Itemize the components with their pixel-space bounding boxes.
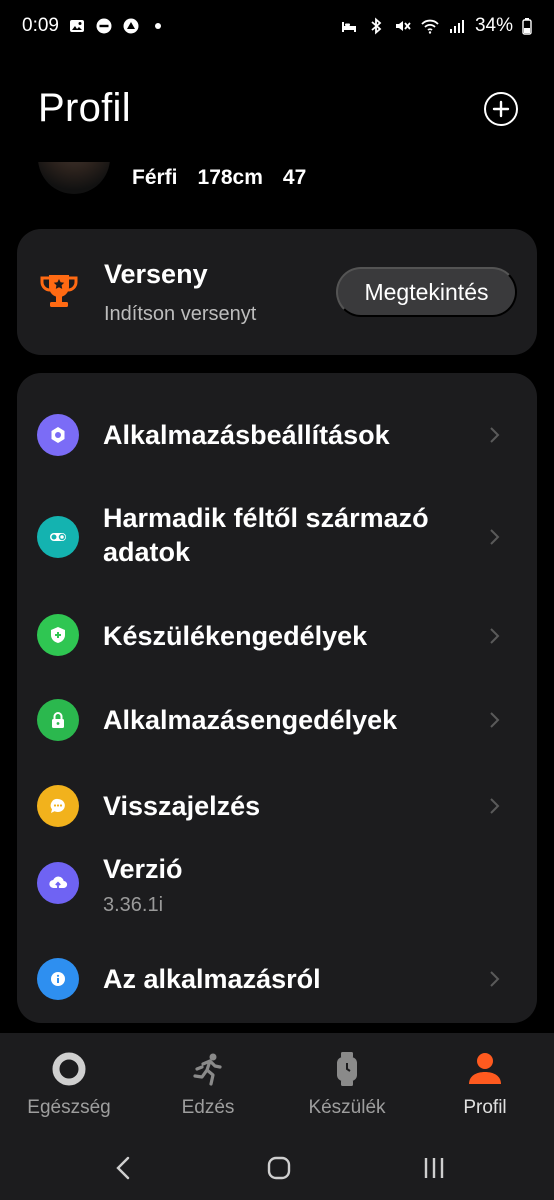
- bluetooth-icon: [367, 17, 385, 35]
- list-item-device-permissions[interactable]: Készülékengedélyek: [17, 597, 537, 681]
- avatar[interactable]: [38, 162, 110, 194]
- running-icon: [188, 1049, 228, 1089]
- dot-icon: [149, 17, 167, 35]
- list-item-version: Verzió 3.36.1i: [17, 849, 537, 941]
- nav-label: Profil: [463, 1097, 507, 1118]
- list-item-label: Harmadik féltől származó adatok: [103, 501, 429, 569]
- recents-button[interactable]: [419, 1153, 449, 1183]
- gender-value: Férfi: [132, 166, 178, 189]
- do-not-disturb-icon: [95, 17, 113, 35]
- list-item-label: Alkalmazásbeállítások: [103, 420, 390, 450]
- mute-icon: [394, 17, 412, 35]
- signal-icon: [448, 17, 466, 35]
- status-bar: 0:09 34%: [0, 0, 554, 52]
- version-value: 3.36.1i: [103, 894, 164, 916]
- chevron-right-icon: [487, 625, 501, 647]
- plus-circle-icon: [492, 100, 510, 118]
- trophy-icon: [37, 269, 81, 313]
- settings-icon: [37, 414, 79, 456]
- bottom-nav: Egészség Edzés Készülék Profil: [0, 1033, 554, 1133]
- back-button[interactable]: [109, 1153, 139, 1183]
- list-item-label: Visszajelzés: [103, 791, 261, 821]
- contest-card[interactable]: Verseny Indítson versenyt Megtekintés: [17, 229, 537, 355]
- app-notification-icon: [122, 17, 140, 35]
- page-title: Profil: [38, 86, 131, 130]
- nav-label: Egészség: [27, 1097, 111, 1118]
- height-value: 178cm: [197, 166, 263, 189]
- feedback-icon: [37, 785, 79, 827]
- system-nav-bar: [0, 1133, 554, 1200]
- ring-icon: [49, 1049, 89, 1089]
- watch-icon: [327, 1049, 367, 1089]
- list-item-label: Készülékengedélyek: [103, 621, 368, 651]
- chevron-right-icon: [487, 795, 501, 817]
- chevron-right-icon: [487, 709, 501, 731]
- lock-icon: [37, 699, 79, 741]
- nav-item-profile[interactable]: Profil: [425, 1049, 545, 1119]
- link-icon: [37, 516, 79, 558]
- chevron-right-icon: [487, 968, 501, 990]
- nav-label: Készülék: [308, 1097, 386, 1118]
- list-item-label: Alkalmazásengedélyek: [103, 705, 398, 735]
- battery-percent: 34%: [474, 15, 513, 36]
- profile-stats: Férfi 178cm 47: [132, 166, 306, 190]
- shield-plus-icon: [37, 614, 79, 656]
- nav-label: Edzés: [181, 1097, 235, 1118]
- list-item-about[interactable]: Az alkalmazásról: [17, 941, 537, 1021]
- status-time: 0:09: [22, 15, 59, 36]
- wifi-icon: [421, 17, 439, 35]
- status-left: 0:09: [22, 15, 167, 37]
- gallery-icon: [68, 17, 86, 35]
- settings-list: Alkalmazásbeállítások Harmadik féltől sz…: [17, 373, 537, 1023]
- add-button[interactable]: [484, 92, 518, 126]
- list-item-feedback[interactable]: Visszajelzés: [17, 765, 537, 849]
- view-contest-button[interactable]: Megtekintés: [336, 267, 517, 317]
- age-value: 47: [282, 166, 307, 189]
- battery-icon: [522, 17, 532, 35]
- list-item-label-line2: adatok: [103, 537, 191, 567]
- back-icon: [116, 1156, 130, 1180]
- chevron-right-icon: [487, 424, 501, 446]
- nav-item-workout[interactable]: Edzés: [148, 1049, 268, 1119]
- nav-item-health[interactable]: Egészség: [9, 1049, 129, 1119]
- list-item-third-party-data[interactable]: Harmadik féltől származó adatok: [17, 477, 537, 597]
- person-icon: [465, 1049, 505, 1089]
- version-label: Verzió: [103, 854, 183, 884]
- list-item-label-line1: Harmadik féltől származó: [103, 503, 429, 533]
- list-item-label: Az alkalmazásról: [103, 964, 321, 994]
- contest-title: Verseny: [104, 259, 208, 289]
- status-right: 34%: [340, 15, 532, 37]
- list-item-app-permissions[interactable]: Alkalmazásengedélyek: [17, 681, 537, 765]
- chevron-right-icon: [487, 526, 501, 548]
- nav-item-device[interactable]: Készülék: [287, 1049, 407, 1119]
- contest-subtitle: Indítson versenyt: [104, 303, 257, 325]
- info-icon: [37, 958, 79, 1000]
- bed-icon: [340, 17, 358, 35]
- cloud-upload-icon: [37, 862, 79, 904]
- home-icon: [267, 1156, 291, 1180]
- home-button[interactable]: [264, 1153, 294, 1183]
- recents-icon: [424, 1158, 444, 1178]
- list-item-app-settings[interactable]: Alkalmazásbeállítások: [17, 393, 537, 477]
